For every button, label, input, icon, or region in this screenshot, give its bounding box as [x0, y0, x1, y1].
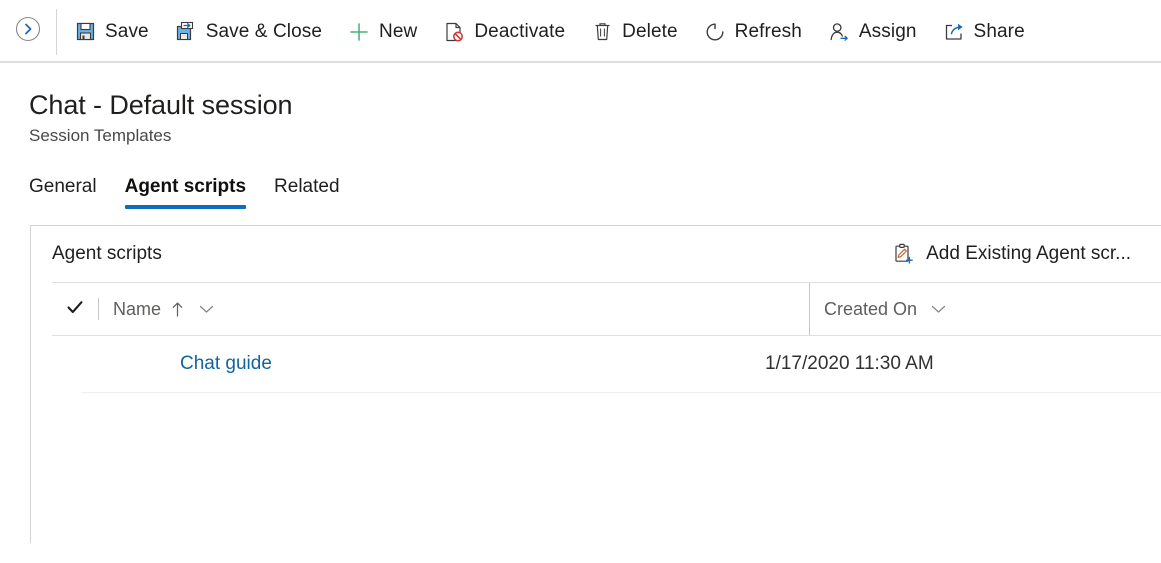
grid-header-row: Name Created On — [52, 282, 1161, 336]
expand-panel-button[interactable] — [0, 1, 56, 63]
page-subtitle: Session Templates — [29, 126, 172, 145]
column-header-name[interactable]: Name — [99, 283, 809, 335]
table-row[interactable]: Chat guide 1/17/2020 11:30 AM — [81, 336, 1161, 393]
card-title: Agent scripts — [52, 243, 162, 264]
assign-button-label: Assign — [858, 20, 917, 42]
deactivate-button-label: Deactivate — [474, 20, 566, 42]
toolbar-divider — [56, 8, 57, 55]
checkmark-icon — [65, 297, 85, 322]
card-header: Agent scripts Add Existing Agent scr... — [31, 226, 1161, 282]
share-button[interactable]: Share — [930, 9, 1038, 55]
tab-related[interactable]: Related — [274, 175, 340, 209]
share-button-label: Share — [973, 20, 1025, 42]
refresh-icon — [704, 21, 726, 43]
agent-scripts-card: Agent scripts Add Existing Agent scr... — [30, 225, 1161, 543]
delete-button[interactable]: Delete — [578, 9, 691, 55]
cell-created-on: 1/17/2020 11:30 AM — [765, 353, 934, 374]
row-link-chat-guide[interactable]: Chat guide — [180, 353, 272, 374]
deactivate-button[interactable]: Deactivate — [430, 9, 578, 55]
assign-person-icon — [828, 21, 850, 43]
page-title: Chat - Default session — [29, 90, 293, 120]
assign-button[interactable]: Assign — [815, 9, 930, 55]
column-header-name-label: Name — [113, 299, 162, 319]
plus-icon — [348, 21, 370, 43]
cell-name: Chat guide — [81, 353, 763, 375]
agent-scripts-grid: Name Created On Chat guide 1/17/2020 11:… — [52, 282, 1161, 393]
tab-agent-scripts[interactable]: Agent scripts — [124, 175, 247, 209]
share-icon — [943, 21, 965, 43]
save-and-close-button-label: Save & Close — [205, 20, 323, 42]
new-button[interactable]: New — [335, 9, 430, 55]
column-header-created-on-label: Created On — [824, 299, 918, 319]
deactivate-icon — [443, 21, 465, 43]
arrow-up-icon — [170, 301, 185, 318]
refresh-button-label: Refresh — [734, 20, 802, 42]
new-button-label: New — [379, 20, 418, 42]
save-and-close-icon — [175, 21, 197, 43]
refresh-button[interactable]: Refresh — [691, 9, 815, 55]
command-bar: Save Save & Close New Deactivate Delete … — [0, 0, 1161, 63]
add-existing-clipboard-icon — [892, 243, 914, 265]
tab-strip: General Agent scripts Related — [0, 169, 1161, 209]
chevron-down-icon[interactable] — [930, 303, 947, 315]
save-button[interactable]: Save — [61, 9, 162, 55]
chevron-down-icon[interactable] — [198, 303, 215, 315]
add-existing-agent-script-button[interactable]: Add Existing Agent scr... — [888, 234, 1135, 274]
page-header: Chat - Default session Session Templates — [0, 63, 1161, 147]
delete-button-label: Delete — [622, 20, 678, 42]
add-existing-agent-script-label: Add Existing Agent scr... — [926, 243, 1131, 264]
save-and-close-button[interactable]: Save & Close — [162, 9, 335, 55]
save-button-label: Save — [105, 20, 149, 42]
trash-icon — [591, 21, 613, 43]
column-header-created-on[interactable]: Created On — [809, 283, 947, 335]
tab-general[interactable]: General — [29, 175, 97, 209]
chevron-right-circle-icon — [15, 16, 41, 47]
save-floppy-icon — [74, 21, 96, 43]
select-all-checkbox[interactable] — [52, 297, 98, 322]
